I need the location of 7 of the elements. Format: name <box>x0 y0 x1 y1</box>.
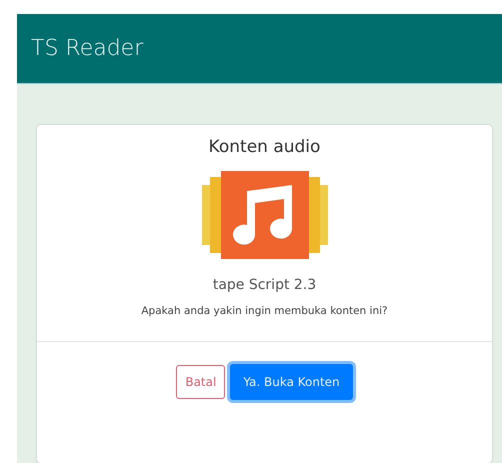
confirm-question: Apakah anda yakin ingin membuka konten ini? <box>141 305 388 317</box>
dialog-title: Konten audio <box>208 137 320 157</box>
music-note-icon <box>202 171 328 259</box>
app-title: TS Reader <box>31 36 144 61</box>
cancel-button[interactable]: Batal <box>176 365 226 399</box>
content-name: tape Script 2.3 <box>212 277 316 293</box>
open-button[interactable]: Ya. Buka Konten <box>230 364 353 400</box>
